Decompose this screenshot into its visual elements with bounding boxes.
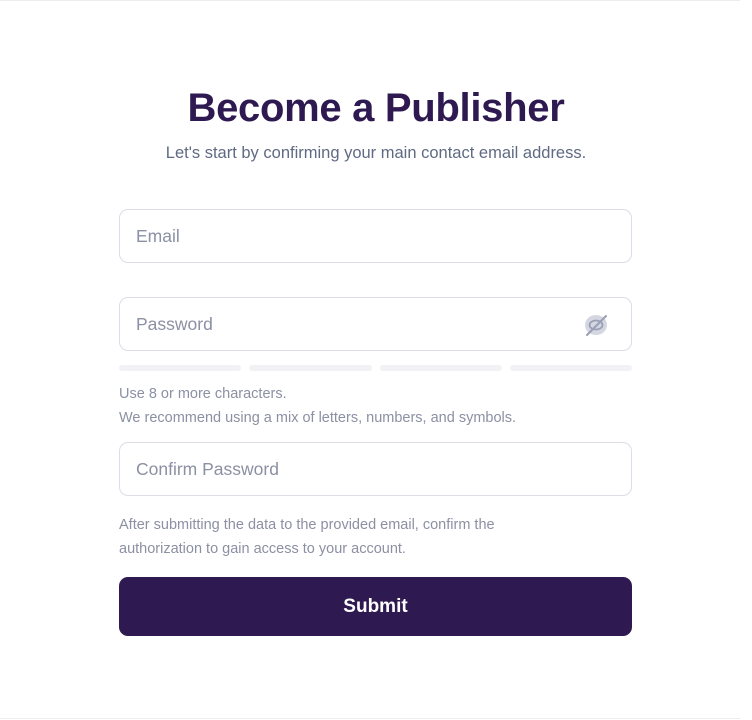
publisher-signup-page: Become a Publisher Let's start by confir…: [0, 0, 752, 720]
password-hint-line: Use 8 or more characters.: [119, 386, 287, 402]
strength-segment: [119, 365, 242, 371]
email-field-container: [119, 209, 632, 263]
strength-segment: [249, 365, 372, 371]
password-field-container: [119, 297, 632, 351]
submit-button[interactable]: Submit: [119, 577, 632, 636]
confirm-hint: After submitting the data to the provide…: [119, 513, 639, 561]
password-hint: Use 8 or more characters. We recommend u…: [119, 382, 639, 430]
password-input[interactable]: [120, 298, 631, 350]
eye-slash-icon[interactable]: [583, 312, 609, 338]
confirm-hint-line: authorization to gain access to your acc…: [119, 541, 406, 557]
email-input[interactable]: [120, 210, 631, 262]
top-divider: [0, 0, 740, 1]
page-subtitle: Let's start by confirming your main cont…: [165, 144, 587, 162]
confirm-hint-line: After submitting the data to the provide…: [119, 517, 495, 533]
password-strength-meter: [119, 365, 632, 371]
bottom-divider: [0, 718, 740, 719]
page-title: Become a Publisher: [187, 86, 565, 130]
strength-segment: [379, 365, 502, 371]
confirm-password-field-container: [119, 442, 632, 496]
strength-segment: [509, 365, 632, 371]
confirm-password-input[interactable]: [120, 443, 631, 495]
password-hint-line: We recommend using a mix of letters, num…: [119, 410, 517, 426]
